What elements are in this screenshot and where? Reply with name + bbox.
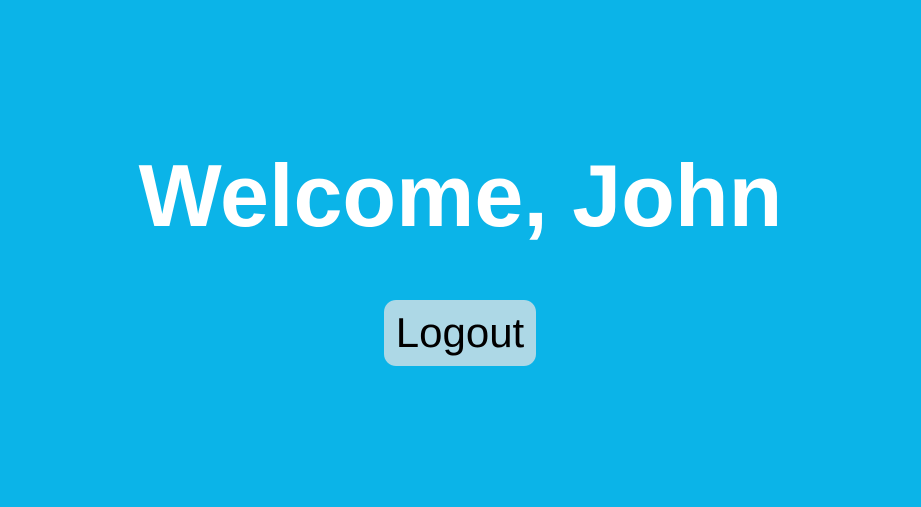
logout-button[interactable]: Logout (384, 300, 536, 366)
welcome-page: Welcome, John Logout (0, 0, 921, 507)
welcome-heading: Welcome, John (138, 146, 783, 245)
